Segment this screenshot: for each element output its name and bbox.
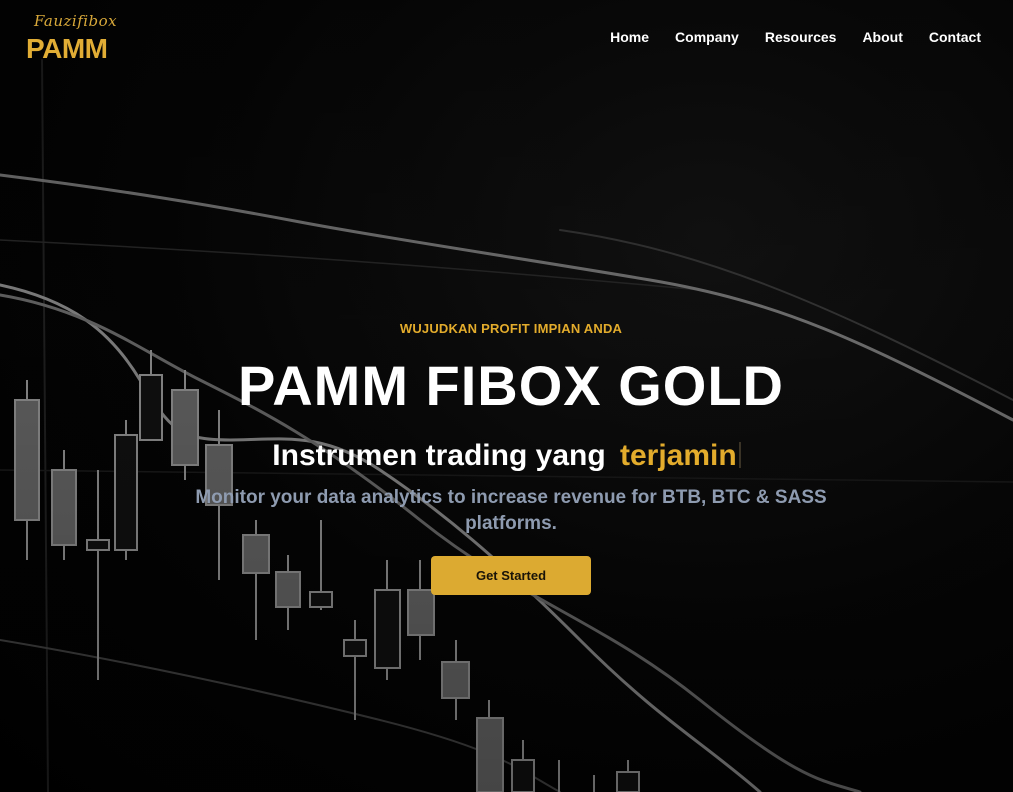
nav-contact[interactable]: Contact bbox=[929, 29, 981, 45]
hero-section: Fauzifibox PAMM Home Company Resources A… bbox=[0, 0, 1013, 792]
hero-subtitle-prefix: Instrumen trading yang bbox=[272, 439, 606, 472]
get-started-button[interactable]: Get Started bbox=[431, 556, 591, 595]
hero-description: Monitor your data analytics to increase … bbox=[195, 487, 827, 534]
nav-company[interactable]: Company bbox=[675, 29, 739, 45]
hero-title: PAMM FIBOX GOLD bbox=[238, 354, 784, 417]
hero-eyebrow: WUJUDKAN PROFIT IMPIAN ANDA bbox=[399, 321, 623, 336]
brand-logo[interactable]: Fauzifibox PAMM bbox=[26, 12, 118, 64]
logo-script-text: Fauzifibox bbox=[34, 12, 118, 30]
typing-cursor bbox=[738, 442, 741, 468]
main-nav: Home Company Resources About Contact bbox=[610, 29, 981, 45]
nav-resources[interactable]: Resources bbox=[765, 29, 837, 45]
nav-about[interactable]: About bbox=[862, 29, 902, 45]
logo-main-text: PAMM bbox=[26, 33, 108, 64]
hero-subtitle: Instrumen trading yang terjamin bbox=[0, 436, 1013, 476]
hero-subtitle-accent: terjamin bbox=[620, 439, 737, 472]
nav-home[interactable]: Home bbox=[610, 29, 649, 45]
